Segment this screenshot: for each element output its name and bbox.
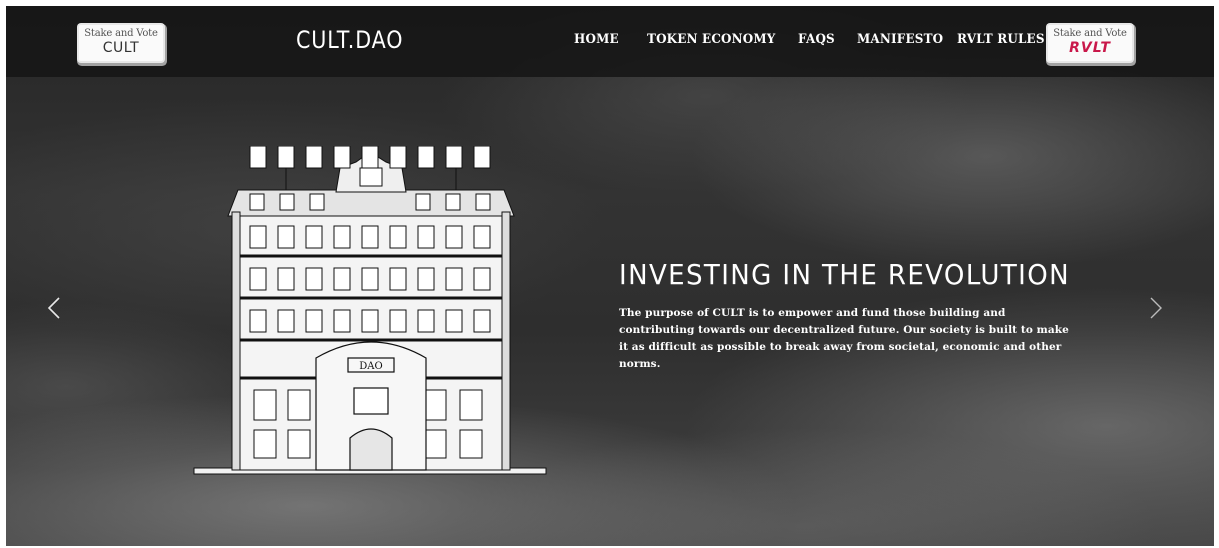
nav-token-economy[interactable]: TOKEN ECONOMY — [647, 32, 775, 47]
top-navbar: Stake and Vote CULT CULT.DAO HOME TOKEN … — [6, 6, 1214, 77]
chevron-left-icon — [47, 297, 60, 319]
carousel-prev-button[interactable] — [44, 296, 64, 320]
hero-description: The purpose of CULT is to empower and fu… — [619, 307, 1069, 370]
nav-rvlt-rules[interactable]: RVLT RULES — [957, 32, 1045, 47]
stake-vote-label: Stake and Vote — [84, 28, 158, 39]
building-sign-text: DAO — [359, 361, 382, 372]
chevron-right-icon — [1150, 297, 1162, 319]
carousel-next-button[interactable] — [1146, 296, 1166, 320]
hero-title: INVESTING IN THE REVOLUTION — [619, 258, 1071, 291]
nav-home[interactable]: HOME — [574, 32, 619, 47]
hero-section: Stake and Vote CULT CULT.DAO HOME TOKEN … — [6, 6, 1214, 546]
stake-vote-rvlt-button[interactable]: Stake and Vote RVLT — [1048, 25, 1132, 61]
site-logo[interactable]: CULT.DAO — [296, 26, 403, 58]
rvlt-token-label: RVLT — [1069, 40, 1111, 56]
nav-faqs[interactable]: FAQS — [798, 32, 835, 47]
cult-token-label: CULT — [102, 40, 140, 56]
stake-vote-cult-button[interactable]: Stake and Vote CULT — [79, 25, 163, 61]
nav-manifesto[interactable]: MANIFESTO — [857, 32, 943, 47]
stake-vote-label: Stake and Vote — [1053, 28, 1127, 39]
dao-building-illustration: DAO — [193, 146, 547, 475]
